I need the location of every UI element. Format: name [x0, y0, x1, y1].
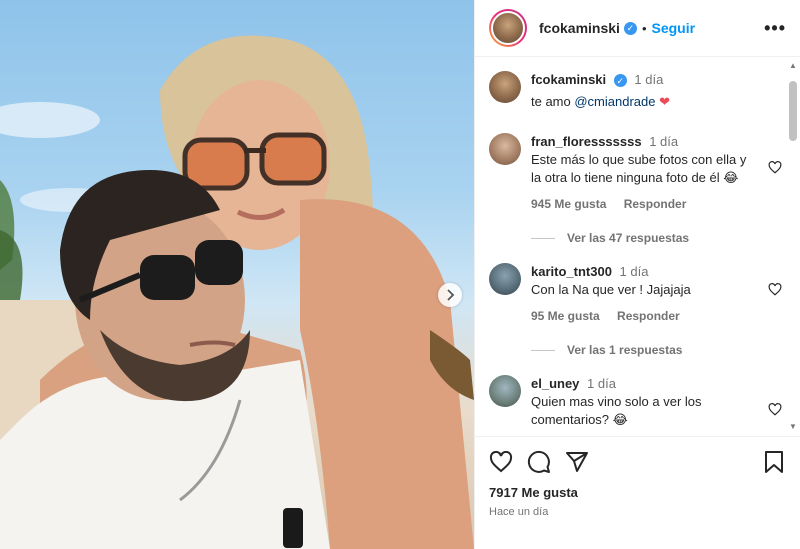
post-actions: 7917 Me gusta Hace un día	[475, 436, 800, 549]
view-replies-button[interactable]: Ver las 47 respuestas	[531, 231, 784, 245]
post-timestamp: Hace un día	[489, 506, 549, 518]
comment-text: Este más lo que sube fotos con ella y la…	[531, 152, 747, 185]
commenter-username[interactable]: el_uney	[531, 376, 579, 391]
scrollbar-thumb[interactable]	[789, 81, 797, 141]
comment-time: 1 día	[619, 264, 649, 279]
comments-section[interactable]: fcokaminski ✓ 1 día te amo @cmiandrade ❤…	[475, 57, 800, 436]
commenter-avatar[interactable]	[489, 133, 521, 165]
comment-text: Quien mas vino solo a ver los comentario…	[531, 394, 702, 427]
comments-scrollbar[interactable]: ▲ ▼	[788, 61, 798, 431]
author-avatar[interactable]	[489, 9, 527, 47]
post-photo[interactable]	[0, 0, 474, 549]
replies-divider	[531, 237, 555, 239]
commenter-avatar[interactable]	[489, 263, 521, 295]
heart-icon[interactable]	[768, 161, 782, 174]
comment-item: fran_floresssssss 1 día Este más lo que …	[489, 133, 784, 213]
follow-button[interactable]: Seguir	[652, 20, 696, 36]
heart-icon[interactable]	[489, 451, 513, 473]
comment-text: Con la Na que ver ! Jajajaja	[531, 282, 691, 297]
comment-time: 1 día	[649, 134, 679, 149]
couple-photo	[0, 35, 474, 549]
heart-icon[interactable]	[768, 283, 782, 296]
verified-icon: ✓	[613, 74, 627, 88]
commenter-username[interactable]: karito_tnt300	[531, 264, 612, 279]
more-icon[interactable]: •••	[764, 18, 786, 39]
comment-item: el_uney 1 día Quien mas vino solo a ver …	[489, 375, 784, 429]
comment-icon[interactable]	[527, 450, 551, 474]
caption-avatar[interactable]	[489, 71, 521, 103]
separator-dot: •	[641, 20, 647, 36]
chevron-right-icon	[447, 289, 455, 301]
share-icon[interactable]	[565, 450, 589, 474]
verified-icon: ✓	[623, 21, 637, 35]
comment-likes[interactable]: 945 Me gusta	[531, 197, 606, 211]
view-replies-label: Ver las 47 respuestas	[567, 231, 690, 245]
caption-mention[interactable]: @cmiandrade	[574, 94, 655, 109]
commenter-avatar[interactable]	[489, 375, 521, 407]
likes-count[interactable]: 7917 Me gusta	[489, 485, 784, 500]
caption-username[interactable]: fcokaminski	[531, 72, 606, 87]
commenter-username[interactable]: fran_floresssssss	[531, 134, 642, 149]
comment-time: 1 día	[587, 376, 616, 391]
reply-button[interactable]: Responder	[624, 197, 687, 211]
view-replies-button[interactable]: Ver las 1 respuestas	[531, 343, 784, 357]
save-icon[interactable]	[764, 450, 784, 474]
replies-divider	[531, 349, 555, 351]
comment-item: karito_tnt300 1 día Con la Na que ver ! …	[489, 263, 784, 325]
scroll-up-icon[interactable]: ▲	[789, 61, 797, 70]
comment-body: karito_tnt300 1 día Con la Na que ver ! …	[531, 263, 784, 325]
caption-time: 1 día	[634, 72, 664, 87]
caption: fcokaminski ✓ 1 día te amo @cmiandrade ❤	[489, 71, 784, 111]
post-header: fcokaminski ✓ • Seguir •••	[475, 0, 800, 57]
view-replies-label: Ver las 1 respuestas	[567, 343, 683, 357]
action-icons	[489, 449, 784, 475]
author-username[interactable]: fcokaminski	[539, 20, 620, 36]
caption-body: fcokaminski ✓ 1 día te amo @cmiandrade ❤	[531, 71, 784, 111]
heart-emoji: ❤	[659, 94, 671, 109]
next-photo-button[interactable]	[438, 283, 462, 307]
comment-body: el_uney 1 día Quien mas vino solo a ver …	[531, 375, 784, 429]
author-info: fcokaminski ✓ • Seguir	[539, 20, 695, 36]
instagram-post: fcokaminski ✓ • Seguir ••• fcokaminski ✓…	[0, 0, 800, 549]
caption-text: te amo	[531, 94, 575, 109]
scroll-down-icon[interactable]: ▼	[789, 422, 797, 431]
heart-icon[interactable]	[768, 403, 782, 416]
comment-body: fran_floresssssss 1 día Este más lo que …	[531, 133, 784, 213]
comment-likes[interactable]: 95 Me gusta	[531, 309, 600, 323]
post-panel: fcokaminski ✓ • Seguir ••• fcokaminski ✓…	[474, 0, 800, 549]
reply-button[interactable]: Responder	[617, 309, 680, 323]
